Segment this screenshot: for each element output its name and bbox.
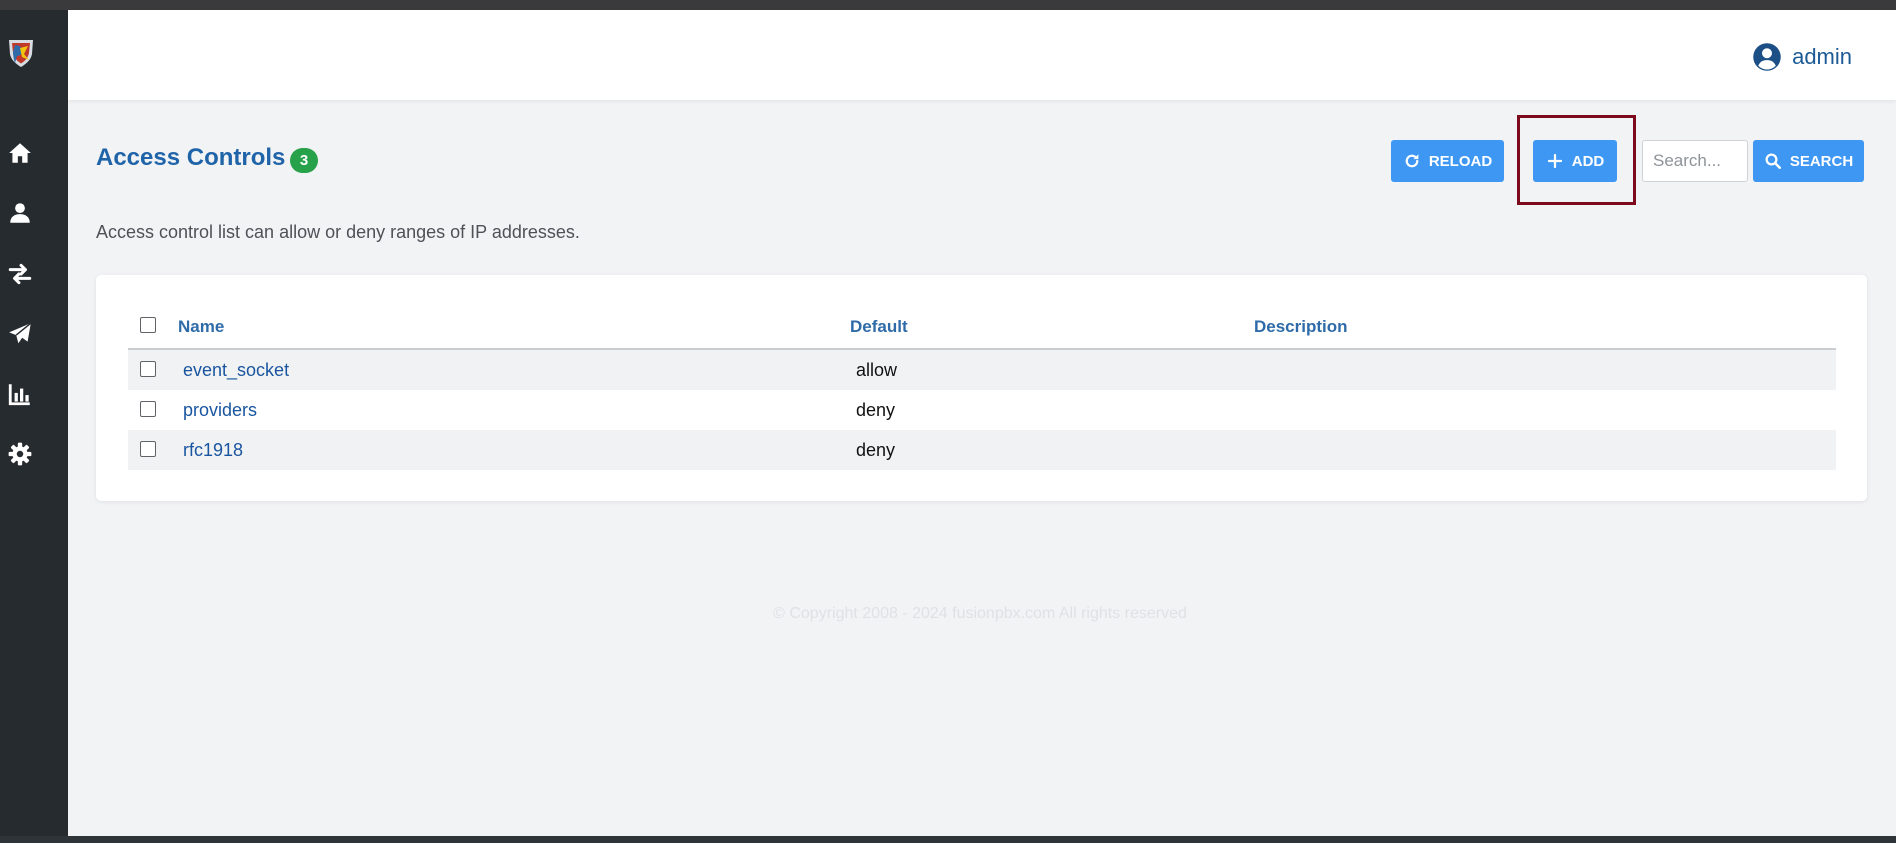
table-row[interactable]: providers deny [128,390,1836,430]
window-bottom-strip [0,836,1896,843]
access-controls-table: Name Default Description event_socket al… [96,275,1867,501]
search-icon [1764,152,1782,170]
user-menu[interactable]: admin [1752,42,1852,72]
acl-default-value: deny [856,400,896,420]
column-header-name[interactable]: Name [178,317,224,337]
search-input[interactable] [1642,140,1748,182]
sidebar [0,10,68,836]
table-row[interactable]: rfc1918 deny [128,430,1836,470]
paper-plane-icon[interactable] [7,321,33,347]
add-button-highlight [1517,115,1636,205]
username: admin [1792,44,1852,69]
fusionpbx-logo[interactable] [6,36,36,68]
reload-icon [1403,152,1421,170]
acl-default-value: allow [856,360,898,380]
reload-button[interactable]: RELOAD [1391,140,1504,182]
column-header-description[interactable]: Description [1254,317,1348,337]
column-header-default[interactable]: Default [850,317,908,337]
search-button[interactable]: SEARCH [1753,140,1864,182]
bar-chart-icon[interactable] [7,381,33,407]
acl-default-value: deny [856,440,896,460]
page-title: Access Controls [96,144,286,171]
acl-name-link[interactable]: providers [183,400,257,421]
top-header: admin [68,10,1896,100]
search-label: SEARCH [1789,152,1854,170]
row-checkbox[interactable] [140,401,156,417]
row-checkbox[interactable] [140,441,156,457]
gear-icon[interactable] [7,441,33,467]
page-description: Access control list can allow or deny ra… [96,222,580,242]
user-icon[interactable] [7,200,33,226]
acl-name-link[interactable]: event_socket [183,360,289,381]
exchange-arrows-icon[interactable] [7,261,33,287]
acl-name-link[interactable]: rfc1918 [183,440,243,461]
user-circle-icon [1752,42,1782,72]
reload-label: RELOAD [1428,152,1493,170]
home-icon[interactable] [7,140,33,166]
record-count-badge: 3 [290,148,318,173]
copyright-footer: © Copyright 2008 - 2024 fusionpbx.com Al… [773,605,1187,622]
window-top-strip [0,0,1896,10]
table-row[interactable]: event_socket allow [128,350,1836,390]
row-checkbox[interactable] [140,361,156,377]
select-all-checkbox[interactable] [140,317,156,333]
